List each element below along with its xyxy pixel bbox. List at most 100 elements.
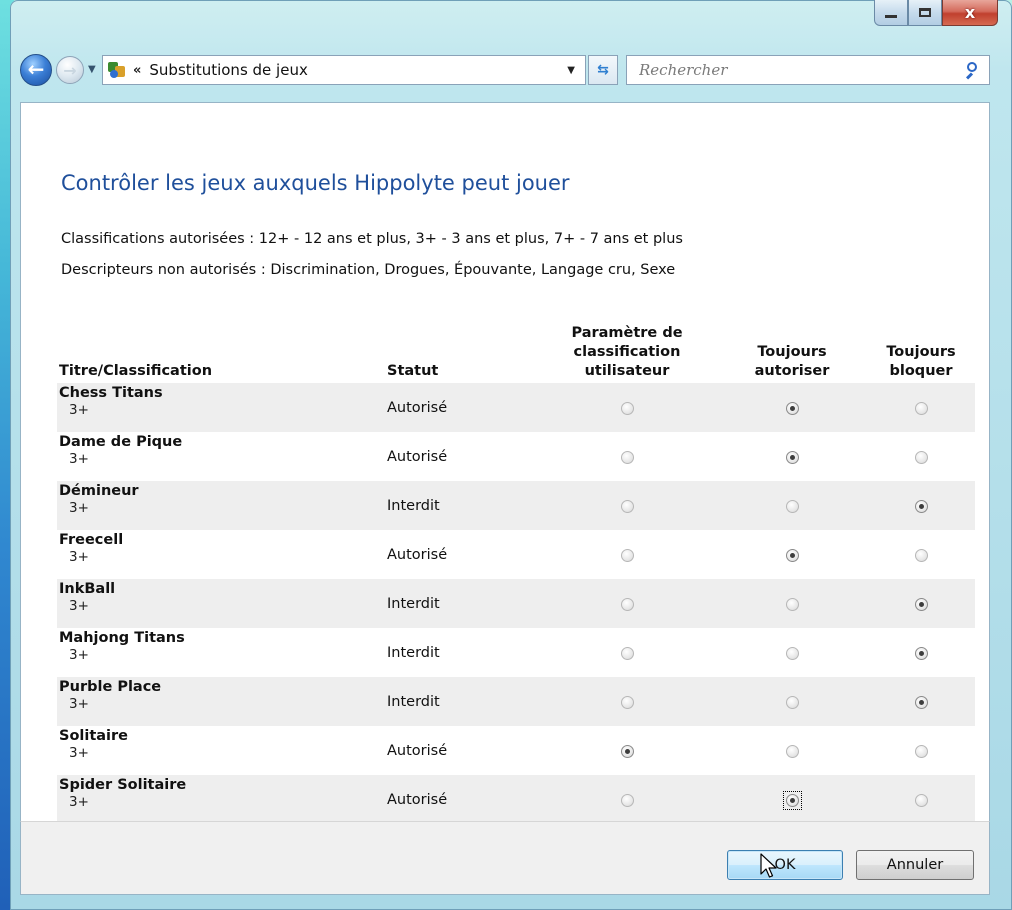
- game-title-cell: Purble Place 3+: [57, 677, 387, 726]
- always-block-radio[interactable]: [914, 745, 928, 758]
- always-allow-radio[interactable]: [785, 745, 799, 758]
- minimize-button[interactable]: [874, 0, 908, 26]
- always-allow-cell: [717, 530, 867, 579]
- always-block-radio[interactable]: [914, 402, 928, 415]
- allowed-ratings-value: 12+ - 12 ans et plus, 3+ - 3 ans et plus…: [258, 231, 683, 247]
- game-name: Purble Place: [59, 679, 162, 695]
- user-rating-radio[interactable]: [620, 598, 634, 611]
- minimize-icon: [885, 15, 897, 18]
- window-controls: x: [874, 0, 998, 28]
- address-bar[interactable]: « Substitutions de jeux ▼: [102, 55, 586, 85]
- game-rating: 3+: [69, 598, 89, 614]
- forward-button[interactable]: →: [56, 56, 84, 84]
- always-block-cell: [867, 383, 975, 432]
- game-status: Autorisé: [387, 530, 537, 579]
- game-rating: 3+: [69, 745, 89, 761]
- always-block-radio[interactable]: [914, 598, 928, 611]
- parental-controls-icon: [107, 60, 127, 80]
- always-allow-cell: [717, 383, 867, 432]
- header-user-rating: Paramètre de classification utilisateur: [571, 325, 683, 379]
- user-rating-radio[interactable]: [620, 647, 634, 660]
- user-rating-cell: [537, 383, 717, 432]
- table-row: Chess Titans 3+ Autorisé: [57, 383, 975, 432]
- game-title-cell: InkBall 3+: [57, 579, 387, 628]
- game-name: Freecell: [59, 532, 124, 548]
- close-button[interactable]: x: [942, 0, 998, 26]
- user-rating-radio[interactable]: [620, 500, 634, 513]
- always-block-cell: [867, 628, 975, 677]
- allowed-ratings: Classifications autorisées : 12+ - 12 an…: [61, 231, 683, 247]
- game-name: Spider Solitaire: [59, 777, 187, 793]
- always-allow-radio[interactable]: [785, 647, 799, 660]
- header-always-allow: Toujours autoriser: [754, 344, 830, 379]
- user-rating-cell: [537, 530, 717, 579]
- always-allow-radio[interactable]: [785, 549, 799, 562]
- header-always-block: Toujours bloquer: [886, 344, 956, 379]
- blocked-descriptors: Descripteurs non autorisés : Discriminat…: [61, 262, 675, 278]
- games-table: Titre/Classification Statut Paramètre de…: [57, 309, 975, 824]
- game-name: InkBall: [59, 581, 116, 597]
- game-title-cell: Démineur 3+: [57, 481, 387, 530]
- always-block-radio[interactable]: [914, 647, 928, 660]
- user-rating-radio[interactable]: [620, 451, 634, 464]
- user-rating-cell: [537, 481, 717, 530]
- game-name: Mahjong Titans: [59, 630, 185, 646]
- always-block-cell: [867, 775, 975, 824]
- game-status: Interdit: [387, 677, 537, 726]
- table-row: Dame de Pique 3+ Autorisé: [57, 432, 975, 481]
- always-allow-radio[interactable]: [785, 598, 799, 611]
- cancel-button[interactable]: Annuler: [856, 850, 974, 880]
- refresh-button[interactable]: ⇆: [588, 55, 618, 85]
- always-block-radio[interactable]: [914, 451, 928, 464]
- table-row: Démineur 3+ Interdit: [57, 481, 975, 530]
- game-status: Interdit: [387, 579, 537, 628]
- game-title-cell: Chess Titans 3+: [57, 383, 387, 432]
- always-block-cell: [867, 481, 975, 530]
- always-block-radio[interactable]: [914, 696, 928, 709]
- search-box: [626, 55, 990, 85]
- user-rating-radio[interactable]: [620, 549, 634, 562]
- refresh-icon: ⇆: [597, 62, 609, 78]
- user-rating-cell: [537, 775, 717, 824]
- always-block-radio[interactable]: [914, 500, 928, 513]
- recent-pages-dropdown[interactable]: ▼: [88, 64, 98, 76]
- always-allow-radio[interactable]: [785, 696, 799, 709]
- breadcrumb-overflow-icon[interactable]: «: [133, 63, 141, 78]
- page-title: Contrôler les jeux auxquels Hippolyte pe…: [61, 171, 570, 195]
- forward-arrow-icon: →: [63, 60, 77, 80]
- game-title-cell: Freecell 3+: [57, 530, 387, 579]
- always-allow-radio[interactable]: [785, 451, 799, 464]
- focus-indicator: [782, 790, 802, 810]
- games-table-body: Chess Titans 3+ Autorisé Dame de Pique 3+ Aut…: [57, 383, 975, 824]
- always-block-radio[interactable]: [914, 549, 928, 562]
- table-row: Freecell 3+ Autorisé: [57, 530, 975, 579]
- game-rating: 3+: [69, 500, 89, 516]
- always-allow-radio[interactable]: [785, 793, 799, 807]
- back-arrow-icon: ←: [27, 57, 45, 81]
- ok-button[interactable]: OK: [727, 850, 843, 880]
- user-rating-radio[interactable]: [620, 794, 634, 807]
- address-dropdown-icon[interactable]: ▼: [567, 65, 575, 76]
- table-row: Mahjong Titans 3+ Interdit: [57, 628, 975, 677]
- game-name: Démineur: [59, 483, 139, 499]
- maximize-button[interactable]: [908, 0, 942, 26]
- always-allow-radio[interactable]: [785, 500, 799, 513]
- always-allow-radio[interactable]: [785, 402, 799, 415]
- always-allow-cell: [717, 775, 867, 824]
- game-title-cell: Solitaire 3+: [57, 726, 387, 775]
- game-title-cell: Mahjong Titans 3+: [57, 628, 387, 677]
- always-block-radio[interactable]: [914, 794, 928, 807]
- user-rating-radio[interactable]: [620, 402, 634, 415]
- user-rating-radio[interactable]: [620, 696, 634, 709]
- search-input[interactable]: [637, 57, 963, 83]
- search-icon[interactable]: [963, 61, 981, 80]
- user-rating-cell: [537, 579, 717, 628]
- table-row: Solitaire 3+ Autorisé: [57, 726, 975, 775]
- table-row: Purble Place 3+ Interdit: [57, 677, 975, 726]
- user-rating-radio[interactable]: [620, 745, 634, 758]
- breadcrumb-current[interactable]: Substitutions de jeux: [149, 61, 307, 79]
- back-button[interactable]: ←: [20, 54, 52, 86]
- game-rating: 3+: [69, 451, 89, 467]
- always-block-cell: [867, 530, 975, 579]
- game-name: Solitaire: [59, 728, 129, 744]
